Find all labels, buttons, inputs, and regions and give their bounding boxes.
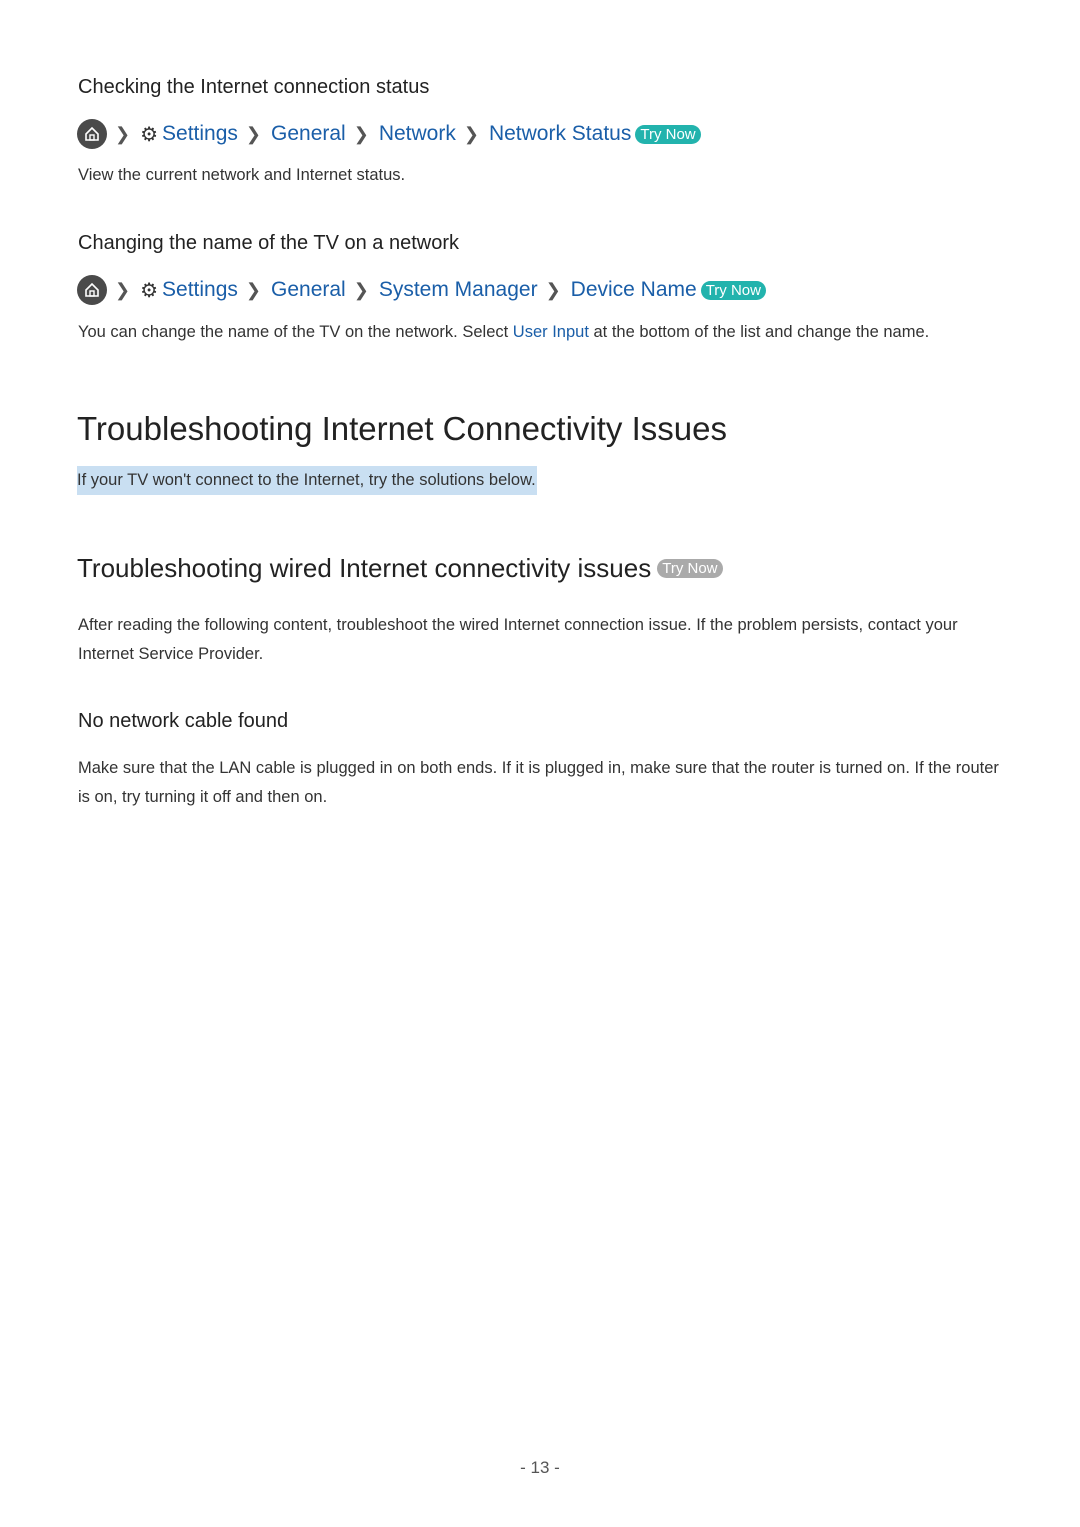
page-title: Troubleshooting Internet Connectivity Is…: [77, 410, 727, 447]
gear-icon: ⚙: [140, 123, 159, 146]
no-cable-paragraph: Make sure that the LAN cable is plugged …: [78, 759, 999, 806]
page-number: - 13 -: [520, 1458, 560, 1477]
chevron-right-icon: ❯: [245, 279, 262, 300]
crumb-settings[interactable]: Settings: [162, 278, 238, 302]
chevron-right-icon: ❯: [353, 123, 369, 144]
intro-text-highlighted: If your TV won't connect to the Internet…: [77, 466, 537, 495]
crumb-network-status[interactable]: Network Status: [489, 122, 631, 146]
gear-icon: ⚙: [140, 279, 159, 302]
home-icon[interactable]: [77, 119, 107, 149]
breadcrumb-device-name: ❯ ⚙ Settings ❯ General ❯ System Manager …: [77, 274, 766, 306]
home-icon[interactable]: [77, 275, 107, 305]
section-heading-tv-name: Changing the name of the TV on a network: [78, 232, 459, 254]
chevron-right-icon: ❯: [115, 279, 131, 300]
chevron-right-icon: ❯: [463, 123, 479, 144]
crumb-system-manager[interactable]: System Manager: [379, 278, 538, 302]
try-now-button-disabled[interactable]: Try Now: [657, 559, 723, 578]
chevron-right-icon: ❯: [353, 279, 369, 300]
section-title-wired: Troubleshooting wired Internet connectiv…: [77, 553, 723, 584]
chevron-right-icon: ❯: [115, 123, 131, 144]
crumb-device-name[interactable]: Device Name: [571, 278, 697, 302]
crumb-general[interactable]: General: [271, 122, 346, 146]
breadcrumb-network-status: ❯ ⚙ Settings ❯ General ❯ Network ❯ Netwo…: [77, 118, 701, 150]
section2-description: You can change the name of the TV on the…: [78, 318, 929, 347]
crumb-settings[interactable]: Settings: [162, 122, 238, 146]
desc-text: at the bottom of the list and change the…: [588, 323, 930, 341]
section1-description: View the current network and Internet st…: [78, 166, 406, 184]
wired-title-text: Troubleshooting wired Internet connectiv…: [77, 553, 652, 583]
try-now-button[interactable]: Try Now: [700, 280, 766, 300]
sub-heading-no-cable: No network cable found: [78, 710, 289, 732]
section-heading-connection-status: Checking the Internet connection status: [78, 76, 430, 98]
try-now-button[interactable]: Try Now: [635, 124, 701, 144]
user-input-link[interactable]: User Input: [513, 323, 589, 341]
chevron-right-icon: ❯: [545, 279, 561, 300]
crumb-general[interactable]: General: [271, 278, 346, 302]
desc-text: You can change the name of the TV on the…: [78, 323, 513, 341]
crumb-network[interactable]: Network: [379, 122, 456, 146]
chevron-right-icon: ❯: [245, 123, 262, 144]
wired-paragraph: After reading the following content, tro…: [78, 616, 958, 663]
